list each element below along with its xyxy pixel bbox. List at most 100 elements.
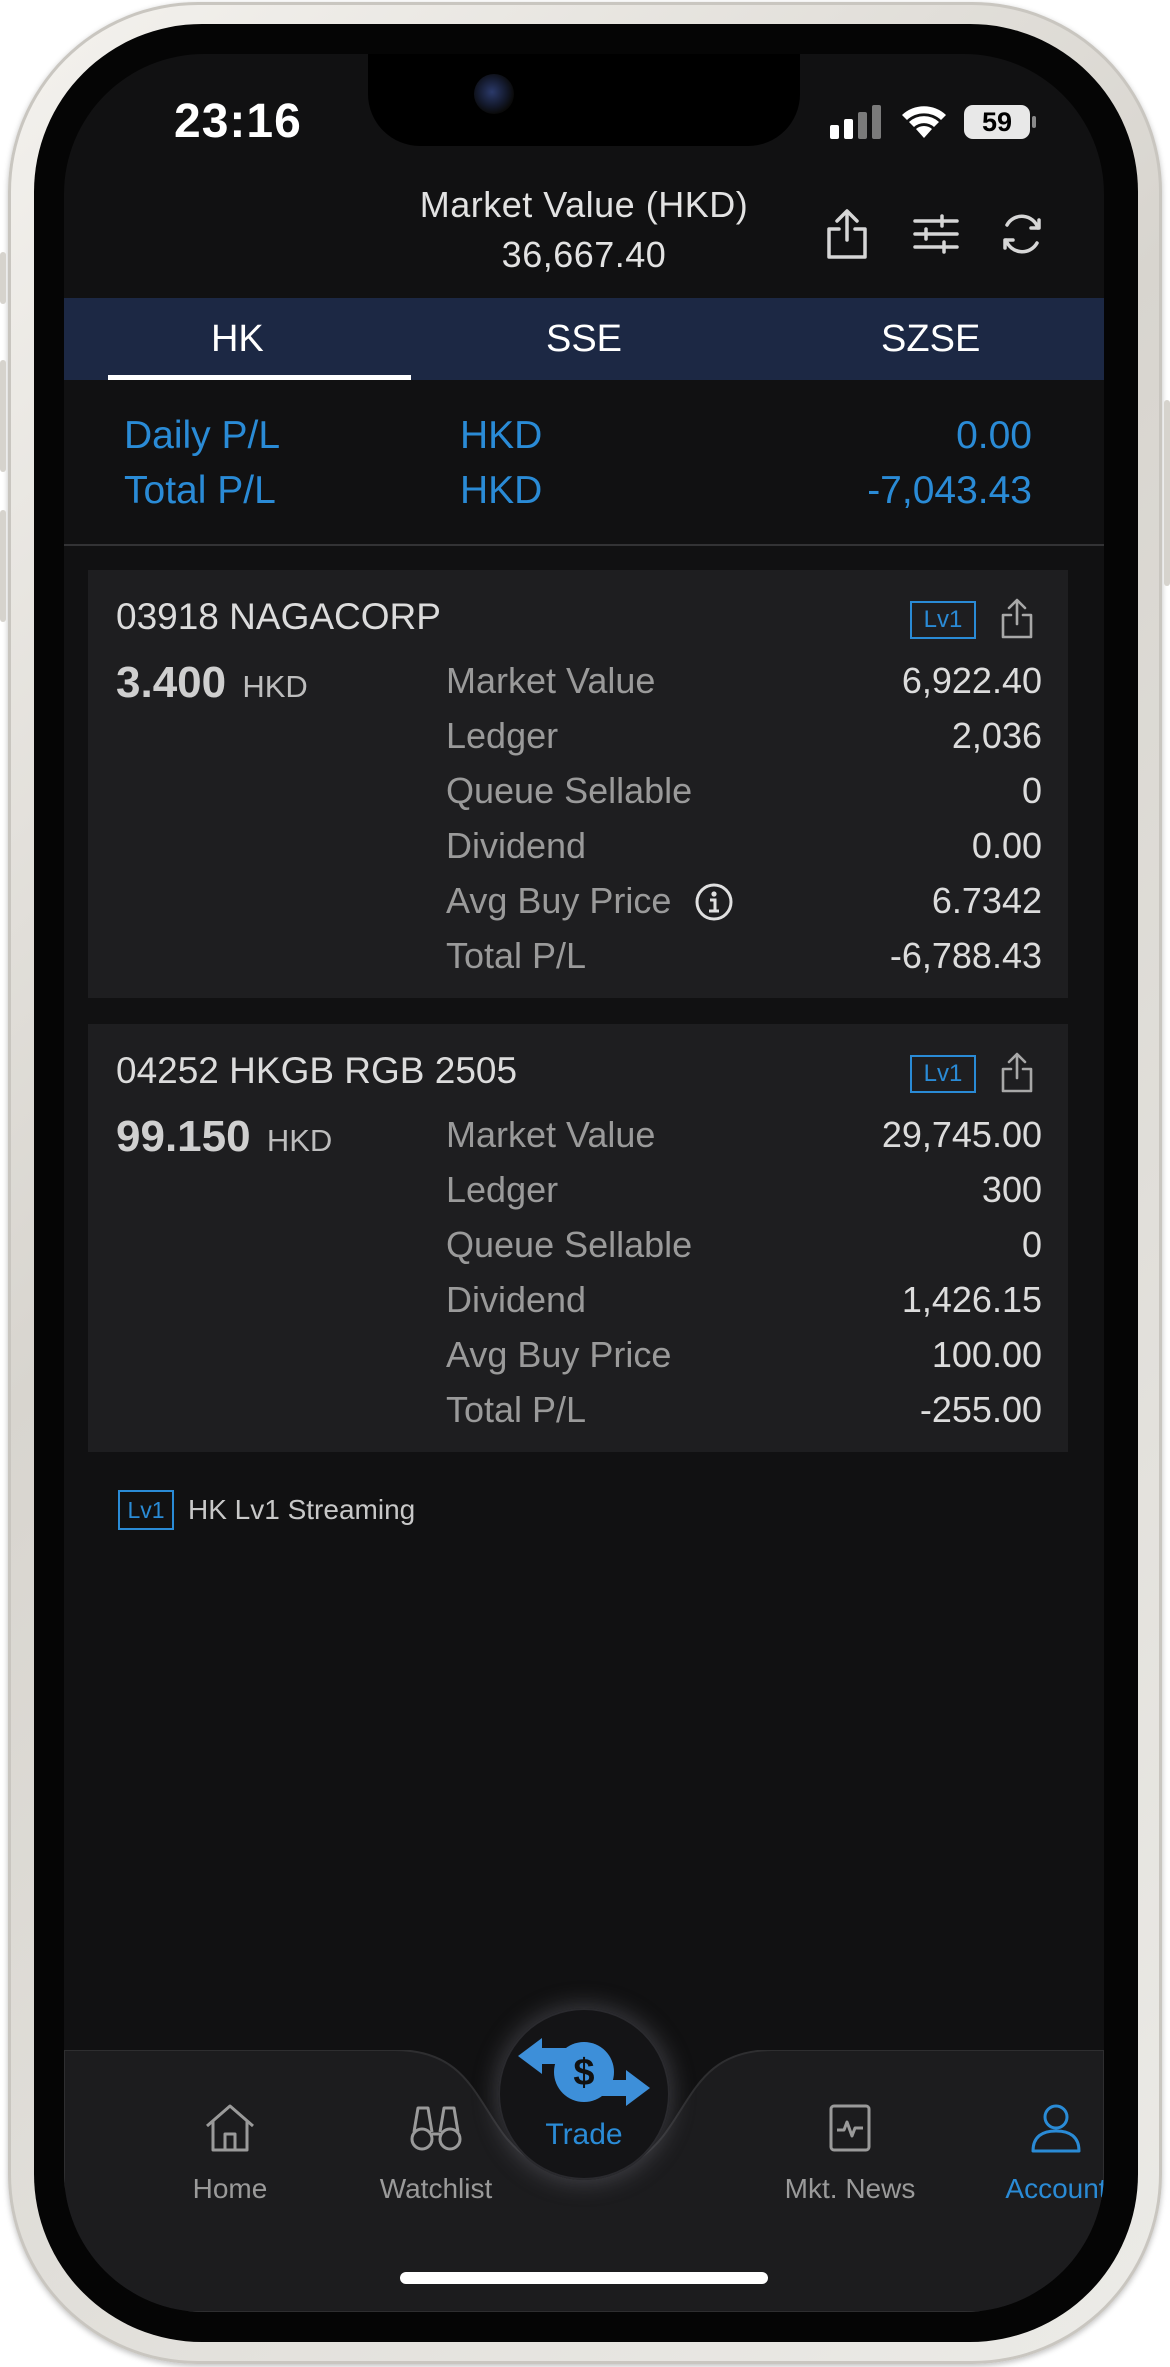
tab-sse[interactable]: SSE	[411, 298, 758, 380]
price-value: 3.400	[116, 658, 227, 707]
detail-value: 6.7342	[931, 880, 1042, 921]
detail-row: Market Value 29,745.00	[446, 1114, 1042, 1164]
market-tabs: HK SSE SZSE	[64, 298, 1104, 380]
detail-row: Dividend 1,426.15	[446, 1279, 1042, 1329]
refresh-icon	[1003, 214, 1041, 254]
trade-icon: $	[518, 2038, 650, 2106]
daily-pl-value: 0.00	[956, 414, 1032, 457]
detail-row: Ledger 2,036	[446, 715, 1042, 765]
holding-card[interactable]: 03918 NAGACORP 3.400 HKD Lv1 Market Valu…	[88, 570, 1068, 998]
price-currency: HKD	[242, 669, 308, 704]
detail-label: Avg Buy Price	[446, 880, 672, 921]
status-icons: 59	[830, 104, 1036, 140]
total-pl-row: Total P/L HKD -7,043.43	[124, 469, 1032, 519]
wifi-icon	[902, 106, 946, 138]
card-share-button[interactable]	[998, 598, 1040, 640]
detail-value: 6,922.40	[901, 660, 1042, 701]
detail-row: Avg Buy Price 100.00	[446, 1334, 1042, 1384]
side-button	[0, 510, 6, 622]
detail-value: 100.00	[931, 1334, 1042, 1375]
side-button	[1164, 400, 1170, 586]
nav-watchlist-label: Watchlist	[379, 2173, 493, 2204]
detail-value: 300	[981, 1169, 1042, 1210]
nav-trade-label: Trade	[545, 2118, 623, 2151]
detail-label: Queue Sellable	[446, 770, 693, 811]
detail-value: 29,745.00	[881, 1114, 1042, 1155]
total-pl-label: Total P/L	[124, 469, 276, 512]
price-value: 99.150	[116, 1112, 251, 1161]
card-share-button[interactable]	[998, 1052, 1040, 1094]
info-icon[interactable]	[694, 882, 734, 922]
lv1-badge: Lv1	[910, 1055, 976, 1093]
detail-row: Total P/L -255.00	[446, 1389, 1042, 1439]
stock-price: 99.150 HKD	[116, 1112, 332, 1162]
detail-value: 1,426.15	[901, 1279, 1042, 1320]
account-icon	[1031, 2104, 1081, 2153]
home-indicator[interactable]	[400, 2272, 768, 2284]
detail-row: Ledger 300	[446, 1169, 1042, 1219]
detail-row: Dividend 0.00	[446, 825, 1042, 875]
nav-news-label: Mkt. News	[784, 2173, 916, 2204]
news-icon	[829, 2104, 871, 2152]
side-button	[0, 252, 6, 304]
total-pl-currency: HKD	[460, 469, 543, 512]
detail-row: Queue Sellable 0	[446, 1224, 1042, 1274]
price-currency: HKD	[266, 1123, 333, 1158]
detail-value: 0	[1021, 770, 1042, 811]
detail-value: 2,036	[951, 715, 1042, 756]
detail-label: Market Value	[446, 1114, 656, 1155]
streaming-note: Lv1 HK Lv1 Streaming	[118, 1490, 415, 1530]
detail-row: Market Value 6,922.40	[446, 660, 1042, 710]
detail-row: Total P/L -6,788.43	[446, 935, 1042, 985]
tab-szse[interactable]: SZSE	[757, 298, 1104, 380]
detail-label: Market Value	[446, 660, 656, 701]
nav-account-label: Account	[1005, 2173, 1104, 2204]
refresh-button[interactable]	[994, 206, 1050, 262]
trade-button[interactable]: $ Trade	[498, 2008, 670, 2180]
share-icon	[1001, 1052, 1033, 1093]
signal-icon	[830, 105, 881, 139]
home-icon	[206, 2104, 254, 2152]
screen: 23:16 59 Market Value (HKD) 36,667.40 HK…	[64, 54, 1104, 2312]
camera	[474, 74, 514, 114]
daily-pl-row: Daily P/L HKD 0.00	[124, 414, 1032, 464]
lv1-badge: Lv1	[910, 601, 976, 639]
stock-symbol: 03918 NAGACORP	[116, 596, 441, 637]
binoculars-icon	[410, 2106, 462, 2151]
daily-pl-currency: HKD	[460, 414, 543, 457]
detail-value: -6,788.43	[889, 935, 1042, 976]
detail-label: Avg Buy Price	[446, 1334, 672, 1375]
filter-button[interactable]	[908, 206, 964, 262]
nav-home-label: Home	[192, 2173, 268, 2204]
detail-value: 0.00	[971, 825, 1042, 866]
lv1-badge: Lv1	[118, 1490, 174, 1530]
detail-label: Dividend	[446, 1279, 587, 1320]
svg-text:$: $	[573, 2052, 594, 2094]
detail-value: -255.00	[919, 1389, 1042, 1430]
stock-symbol: 04252 HKGB RGB 2505	[116, 1050, 518, 1091]
detail-label: Dividend	[446, 825, 587, 866]
share-icon	[827, 209, 867, 259]
detail-label: Ledger	[446, 1169, 559, 1210]
side-button	[0, 360, 6, 472]
daily-pl-label: Daily P/L	[124, 414, 281, 457]
tab-hk[interactable]: HK	[64, 298, 411, 380]
nav-news[interactable]: Mkt. News	[760, 2102, 940, 2205]
detail-row: Queue Sellable 0	[446, 770, 1042, 820]
detail-row: Avg Buy Price 6.7342	[446, 880, 1042, 930]
stock-price: 3.400 HKD	[116, 658, 308, 708]
nav-account[interactable]: Account	[966, 2102, 1104, 2205]
share-icon	[1001, 598, 1033, 639]
share-button[interactable]	[819, 206, 875, 262]
battery-indicator: 59	[964, 105, 1036, 139]
detail-label: Queue Sellable	[446, 1224, 693, 1265]
status-time: 23:16	[174, 95, 302, 148]
notch	[368, 54, 800, 146]
detail-label: Ledger	[446, 715, 559, 756]
nav-home[interactable]: Home	[140, 2102, 320, 2205]
detail-value: 0	[1021, 1224, 1042, 1265]
filter-icon	[913, 214, 959, 254]
detail-label: Total P/L	[446, 1389, 587, 1430]
detail-label: Total P/L	[446, 935, 587, 976]
holding-card[interactable]: 04252 HKGB RGB 2505 99.150 HKD Lv1 Marke…	[88, 1024, 1068, 1452]
